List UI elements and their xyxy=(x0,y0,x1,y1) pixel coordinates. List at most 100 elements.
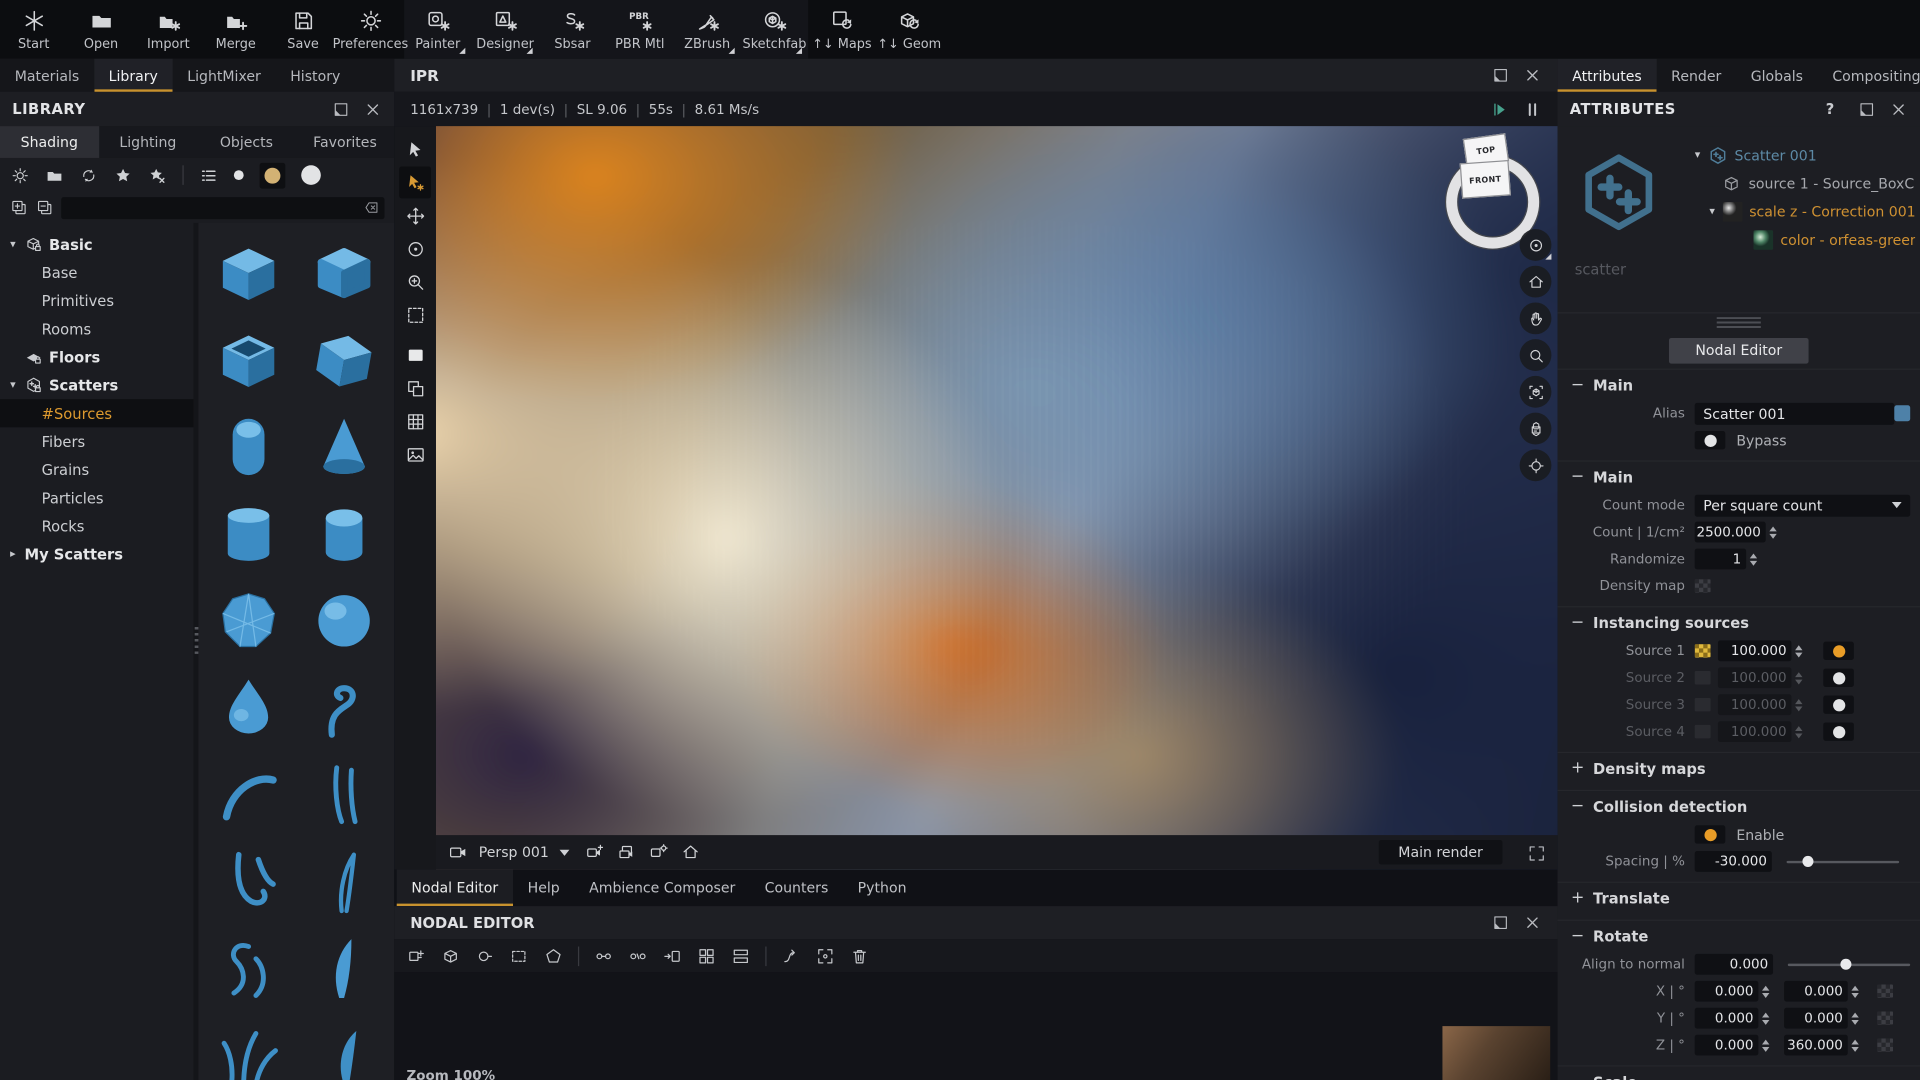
orbit-icon[interactable] xyxy=(399,233,431,265)
asset-thumbnail-curl2[interactable] xyxy=(201,926,297,1010)
source-map-icon[interactable] xyxy=(1695,725,1711,738)
collapse-icon[interactable]: − xyxy=(1571,613,1583,631)
number-input[interactable]: 0.000 xyxy=(1695,981,1759,1002)
render-image[interactable] xyxy=(436,126,1558,869)
tab-render[interactable]: Render xyxy=(1656,59,1736,92)
star-x-icon[interactable] xyxy=(148,166,166,184)
isolate-icon[interactable] xyxy=(1520,376,1552,408)
slider-knob[interactable] xyxy=(1802,855,1813,866)
collapse-icon[interactable]: − xyxy=(1571,376,1583,394)
tab-materials[interactable]: Materials xyxy=(0,59,94,92)
number-input[interactable]: 100.000 xyxy=(1718,667,1791,688)
spin-down[interactable] xyxy=(1795,679,1802,684)
render-target-dropdown[interactable]: Main render xyxy=(1379,840,1503,864)
sidebar-item-fibers[interactable]: Fibers xyxy=(0,427,193,455)
maximize-icon[interactable] xyxy=(1858,100,1876,118)
toggle-bypass[interactable] xyxy=(1695,431,1726,449)
spin-down[interactable] xyxy=(1851,1019,1858,1024)
spin-up[interactable] xyxy=(1762,985,1769,990)
toolbar-button-merge[interactable]: Merge xyxy=(202,0,269,59)
link-break-icon[interactable] xyxy=(628,946,648,966)
toolbar-button-zbrush[interactable]: ZBrush xyxy=(673,0,740,59)
pan-hand-icon[interactable] xyxy=(1520,302,1552,334)
section-header-scale[interactable]: −Scale xyxy=(1558,1067,1920,1080)
asset-thumbnail-blade3[interactable] xyxy=(296,1013,392,1080)
sidebar-item-grains[interactable]: Grains xyxy=(0,456,193,484)
dropdown-count-mode[interactable]: Per square count xyxy=(1695,494,1911,516)
caret-down-icon[interactable]: ▾ xyxy=(7,238,18,250)
sidebar-item-rooms[interactable]: Rooms xyxy=(0,315,193,343)
cursor-icon[interactable] xyxy=(399,133,431,165)
tab-compositing[interactable]: Compositing xyxy=(1818,59,1920,92)
link-icon[interactable] xyxy=(594,946,614,966)
rows-icon[interactable] xyxy=(731,946,751,966)
node-color-swatch[interactable] xyxy=(1894,405,1910,421)
toolbar-button-save[interactable]: Save xyxy=(269,0,336,59)
toolbar-button-sbsar[interactable]: Sbsar xyxy=(539,0,606,59)
overlay-icon[interactable] xyxy=(399,372,431,404)
play-icon[interactable] xyxy=(1490,100,1508,118)
close-icon[interactable] xyxy=(364,100,382,118)
move-icon[interactable] xyxy=(399,200,431,232)
sidebar-item-basic[interactable]: ▾Basic xyxy=(0,230,193,258)
alias-input[interactable]: Scatter 001 xyxy=(1695,402,1894,424)
section-header-translate[interactable]: +Translate xyxy=(1558,883,1920,914)
node-import-icon[interactable] xyxy=(662,946,682,966)
source-radio[interactable] xyxy=(1823,696,1854,714)
render-viewport[interactable]: TOP FRONT Persp 001 Main render xyxy=(394,126,1557,869)
node-tree-item-scale[interactable]: ▾scale z - Correction 001 xyxy=(1695,197,1915,225)
camera-multi-icon[interactable] xyxy=(617,842,637,862)
maximize-icon[interactable] xyxy=(1491,66,1509,84)
spin-down[interactable] xyxy=(1851,992,1858,997)
node-preview-thumbnail[interactable] xyxy=(1442,1026,1550,1080)
tab-history[interactable]: History xyxy=(276,59,355,92)
trash-icon[interactable] xyxy=(850,946,870,966)
snapshot-icon[interactable] xyxy=(399,438,431,470)
spin-down[interactable] xyxy=(1762,1046,1769,1051)
asset-thumbnail-sphere[interactable] xyxy=(296,578,392,662)
collapse-icon[interactable]: − xyxy=(1571,468,1583,486)
spin-down[interactable] xyxy=(1795,733,1802,738)
render-region-icon[interactable] xyxy=(1520,413,1552,445)
node-plus-icon[interactable] xyxy=(407,946,427,966)
color-swatch-icon[interactable] xyxy=(399,339,431,371)
toolbar-button-sketchfab[interactable]: Sketchfab xyxy=(741,0,808,59)
thumbnail-size-medium-selected[interactable] xyxy=(260,162,286,188)
asset-thumbnail-box-twist[interactable] xyxy=(296,317,392,401)
spin-down[interactable] xyxy=(1851,1046,1858,1051)
number-input[interactable]: 0.000 xyxy=(1784,1008,1848,1029)
spin-down[interactable] xyxy=(1750,560,1757,565)
asset-thumbnail-cylinder[interactable] xyxy=(201,491,297,575)
node-box-icon[interactable] xyxy=(441,946,461,966)
number-input[interactable]: 2500.000 xyxy=(1695,522,1766,543)
tab-library[interactable]: Library xyxy=(94,59,173,92)
asset-thumbnail-lines[interactable] xyxy=(296,752,392,836)
maximize-icon[interactable] xyxy=(1491,913,1509,931)
collapse-icon[interactable]: − xyxy=(1571,797,1583,815)
section-header-collision-detection[interactable]: −Collision detection xyxy=(1558,791,1920,822)
sidebar-item-primitives[interactable]: Primitives xyxy=(0,287,193,315)
number-input[interactable]: 0.000 xyxy=(1784,981,1848,1002)
source-radio[interactable] xyxy=(1823,669,1854,687)
number-input[interactable]: 1 xyxy=(1695,549,1746,570)
toolbar-button-designer[interactable]: Designer xyxy=(471,0,538,59)
source-map-icon[interactable] xyxy=(1695,698,1711,711)
section-header-main[interactable]: −Main xyxy=(1558,370,1920,401)
asset-thumbnail-cube-round[interactable] xyxy=(296,230,392,314)
gizmo-front-face[interactable]: FRONT xyxy=(1460,160,1511,199)
editor-tab-python[interactable]: Python xyxy=(843,869,921,906)
spin-up[interactable] xyxy=(1795,645,1802,650)
home-icon[interactable] xyxy=(1520,266,1552,298)
spinner-arrows-icon[interactable] xyxy=(1750,553,1761,565)
node-circle-icon[interactable] xyxy=(475,946,495,966)
zoom-icon[interactable] xyxy=(1520,339,1552,371)
sidebar-item-scatters[interactable]: ▾Scatters xyxy=(0,371,193,399)
nodal-editor-canvas[interactable]: Zoom 100% xyxy=(394,972,1557,1080)
section-header-instancing-sources[interactable]: −Instancing sources xyxy=(1558,607,1920,638)
navigation-gizmo[interactable]: TOP FRONT xyxy=(1440,136,1528,232)
asset-thumbnail-blade[interactable] xyxy=(296,926,392,1010)
collapse-all-icon[interactable] xyxy=(36,198,54,216)
spinner-arrows-icon[interactable] xyxy=(1795,699,1806,711)
spinner-arrows-icon[interactable] xyxy=(1762,985,1773,997)
toolbar-button----maps[interactable]: ↑↓ Maps xyxy=(808,0,875,59)
